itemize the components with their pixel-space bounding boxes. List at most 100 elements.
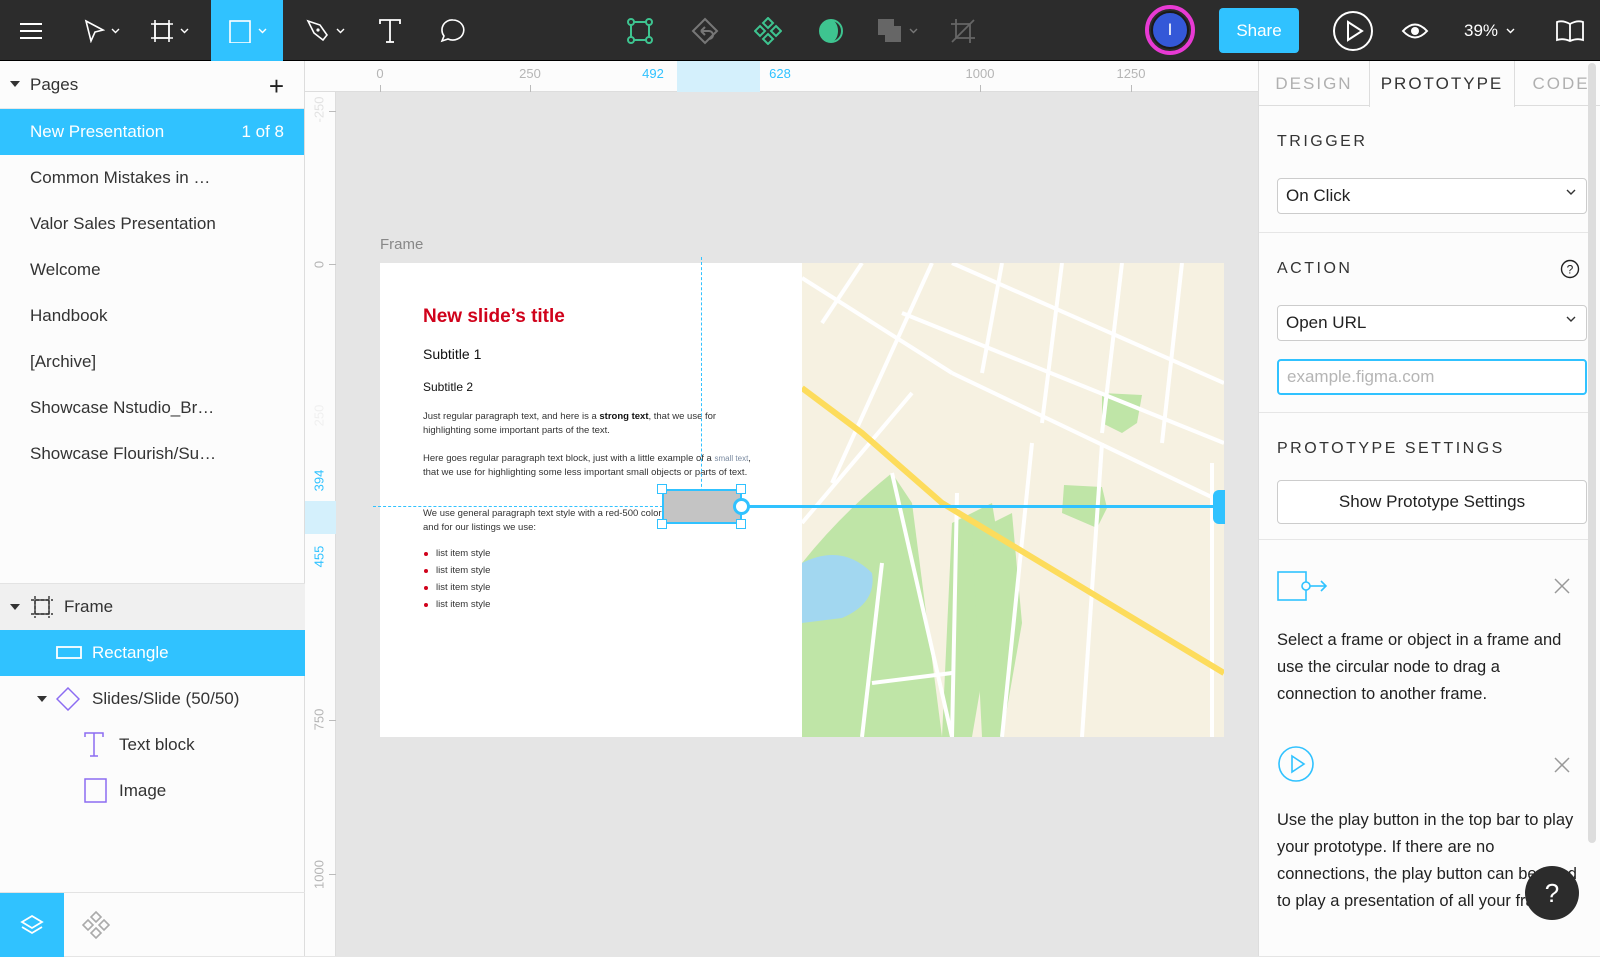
divider: [1259, 412, 1589, 413]
mask-button[interactable]: [811, 0, 851, 61]
connection-tip-text: Select a frame or object in a frame and …: [1277, 631, 1562, 703]
page-label: Showcase Nstudio_Br…: [30, 398, 215, 417]
boolean-button[interactable]: [870, 0, 925, 61]
tab-prototype[interactable]: PROTOTYPE: [1369, 61, 1515, 107]
horizontal-ruler: 0 250 492 628 1000 1250: [305, 61, 1258, 92]
move-tool-button[interactable]: [70, 0, 132, 61]
strong-text: strong text: [599, 411, 649, 422]
components-icon: [82, 911, 110, 939]
layer-slide-instance[interactable]: Slides/Slide (50/50): [0, 676, 305, 722]
collapse-triangle-icon[interactable]: [10, 81, 20, 87]
view-button[interactable]: [1395, 0, 1435, 61]
collapse-triangle-icon[interactable]: [10, 604, 20, 610]
layers-tab[interactable]: [0, 893, 64, 957]
trigger-value: On Click: [1286, 186, 1351, 205]
crop-icon: [951, 18, 975, 43]
ruler-tick: [380, 85, 381, 92]
detach-instance-button[interactable]: [685, 0, 725, 61]
close-icon[interactable]: [1554, 578, 1570, 594]
action-title: ACTION: [1277, 260, 1353, 277]
page-label: New Presentation: [30, 122, 165, 141]
page-item[interactable]: Welcome: [0, 247, 304, 293]
comment-tool-button[interactable]: [428, 0, 478, 61]
page-item[interactable]: Common Mistakes in …: [0, 155, 304, 201]
add-page-icon[interactable]: +: [269, 73, 284, 99]
slide-frame[interactable]: New slide’s title Subtitle 1 Subtitle 2 …: [380, 263, 1224, 737]
url-input[interactable]: [1277, 359, 1587, 395]
menu-button[interactable]: [0, 0, 62, 61]
frame-icon: [30, 595, 54, 619]
resources-button[interactable]: [1548, 0, 1592, 61]
detach-instance-icon: [691, 17, 719, 44]
layer-rectangle[interactable]: Rectangle: [0, 630, 305, 676]
layer-label: Text block: [119, 735, 195, 754]
ruler-tick: [329, 111, 336, 112]
create-component-button[interactable]: [748, 0, 788, 61]
crop-button[interactable]: [943, 0, 983, 61]
connection-endpoint[interactable]: [1213, 490, 1225, 524]
page-label: Showcase Flourish/Su…: [30, 444, 217, 463]
list-item: list item style: [423, 565, 491, 576]
page-item[interactable]: New Presentation 1 of 8: [0, 109, 304, 155]
action-value: Open URL: [1286, 313, 1367, 332]
selected-rectangle[interactable]: [662, 489, 742, 524]
help-button[interactable]: ?: [1525, 866, 1579, 920]
avatar[interactable]: I: [1145, 5, 1195, 55]
prototype-connection-node[interactable]: [733, 498, 750, 515]
pen-tool-button[interactable]: [295, 0, 355, 61]
ruler-tick: [1131, 85, 1132, 92]
page-label: Handbook: [30, 306, 108, 325]
ruler-label: 1000: [311, 860, 327, 889]
collapse-triangle-icon[interactable]: [37, 696, 47, 702]
slide-subtitle-2: Subtitle 2: [423, 380, 474, 394]
canvas[interactable]: Frame New slide’s title Subtitle 1 Subti…: [337, 92, 1258, 956]
present-button[interactable]: [1330, 0, 1376, 61]
chevron-down-icon: [1566, 189, 1576, 195]
map-graphic: [802, 263, 1224, 737]
ruler-tick: [329, 720, 336, 721]
rectangle-icon: [56, 646, 82, 660]
ruler-label-selected: 492: [642, 66, 664, 81]
page-item[interactable]: [Archive]: [0, 339, 304, 385]
action-select[interactable]: Open URL: [1277, 305, 1587, 341]
text-tool-button[interactable]: [365, 0, 415, 61]
small-text: small text: [714, 454, 749, 463]
play-icon: [1333, 10, 1373, 51]
resize-handle[interactable]: [657, 519, 667, 529]
eye-icon: [1401, 23, 1429, 38]
tab-design[interactable]: DESIGN: [1259, 61, 1369, 107]
layer-image[interactable]: Image: [0, 768, 305, 814]
show-prototype-settings-button[interactable]: Show Prototype Settings: [1277, 480, 1587, 524]
map-image[interactable]: [802, 263, 1224, 737]
resize-handle[interactable]: [736, 519, 746, 529]
panel-scrollbar[interactable]: [1588, 63, 1596, 843]
frame-tool-button[interactable]: [136, 0, 202, 61]
ruler-label: 1000: [965, 66, 995, 81]
page-item[interactable]: Handbook: [0, 293, 304, 339]
help-circle-icon[interactable]: ?: [1560, 259, 1580, 279]
layer-text-block[interactable]: Text block: [0, 722, 305, 768]
frame-label[interactable]: Frame: [380, 236, 423, 253]
trigger-select[interactable]: On Click: [1277, 178, 1587, 214]
rectangle-tool-button[interactable]: [211, 0, 283, 61]
zoom-dropdown[interactable]: 39%: [1464, 0, 1515, 61]
ruler-selection-highlight: [677, 61, 760, 92]
edit-vector-button[interactable]: [620, 0, 660, 61]
components-tab[interactable]: [64, 893, 128, 957]
page-item[interactable]: Valor Sales Presentation: [0, 201, 304, 247]
svg-text:?: ?: [1567, 263, 1574, 277]
text-icon: [84, 732, 104, 758]
close-icon[interactable]: [1554, 757, 1570, 773]
resize-handle[interactable]: [736, 484, 746, 494]
page-item[interactable]: Showcase Nstudio_Br…: [0, 385, 304, 431]
ruler-label-selected: 628: [769, 66, 791, 81]
pages-header[interactable]: Pages +: [0, 61, 304, 109]
layer-frame[interactable]: Frame: [0, 584, 305, 630]
layer-label: Rectangle: [92, 643, 169, 662]
share-button[interactable]: Share: [1219, 8, 1299, 53]
para-text: We use general paragraph text style with…: [423, 508, 673, 519]
rectangle-tool-icon: [228, 19, 251, 43]
resize-handle[interactable]: [657, 484, 667, 494]
layer-label: Slides/Slide (50/50): [92, 689, 240, 708]
page-item[interactable]: Showcase Flourish/Su…: [0, 431, 304, 477]
